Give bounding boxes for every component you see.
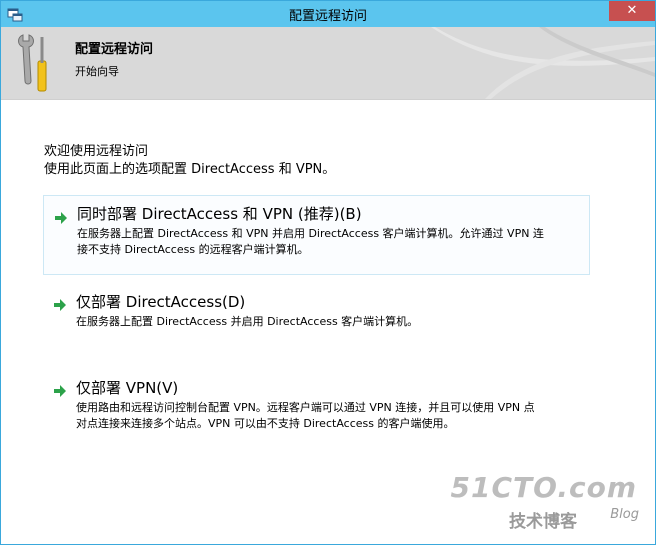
green-arrow-icon [54,299,66,311]
wrench-screwdriver-icon [18,34,47,92]
watermark-site: 51CTO.com [450,471,637,504]
option-title: 同时部署 DirectAccess 和 VPN (推荐)(B) [77,205,362,223]
intro-instructions: 使用此页面上的选项配置 DirectAccess 和 VPN。 [44,162,336,177]
header-decoration [431,27,655,99]
option-description-line: 在服务器上配置 DirectAccess 和 VPN 并启用 DirectAcc… [77,227,544,240]
option-deploy-both[interactable]: 同时部署 DirectAccess 和 VPN (推荐)(B) 在服务器上配置 … [43,195,590,275]
option-description: 在服务器上配置 DirectAccess 并启用 DirectAccess 客户… [76,314,580,330]
watermark-blog: Blog [610,507,639,522]
watermark: 51CTO.com 技术博客 Blog [451,469,639,532]
option-description-line: 在服务器上配置 DirectAccess 并启用 DirectAccess 客户… [76,315,419,328]
wizard-header: 配置远程访问 开始向导 [1,27,655,100]
header-subtitle: 开始向导 [75,65,119,78]
window-title: 配置远程访问 [288,9,367,24]
option-description: 在服务器上配置 DirectAccess 和 VPN 并启用 DirectAcc… [77,226,579,258]
title-bar[interactable]: 配置远程访问 ✕ [1,1,655,27]
wizard-window: 配置远程访问 ✕ 配置远程访问 开始向导 欢迎使用远程访问 使用此页面上的选项配… [0,0,656,545]
option-deploy-vpn[interactable]: 仅部署 VPN(V) 使用路由和远程访问控制台配置 VPN。远程客户端可以通过 … [43,370,590,440]
green-arrow-icon [54,385,66,397]
option-title: 仅部署 VPN(V) [76,379,179,397]
intro-welcome: 欢迎使用远程访问 [44,144,149,159]
option-deploy-directaccess[interactable]: 仅部署 DirectAccess(D) 在服务器上配置 DirectAccess… [43,284,590,344]
watermark-label: 技术博客 [509,512,577,532]
close-button[interactable]: ✕ [609,1,655,21]
option-description: 使用路由和远程访问控制台配置 VPN。远程客户端可以通过 VPN 连接，并且可以… [76,400,580,432]
header-title: 配置远程访问 [75,42,154,57]
option-description-line: 接不支持 DirectAccess 的远程客户端计算机。 [77,243,309,256]
option-description-line: 对点连接来连接多个站点。VPN 可以由不支持 DirectAccess 的客户端… [76,417,455,430]
option-title: 仅部署 DirectAccess(D) [76,293,246,311]
green-arrow-icon [55,212,67,224]
option-description-line: 使用路由和远程访问控制台配置 VPN。远程客户端可以通过 VPN 连接，并且可以… [76,401,535,414]
close-icon: ✕ [626,3,638,18]
